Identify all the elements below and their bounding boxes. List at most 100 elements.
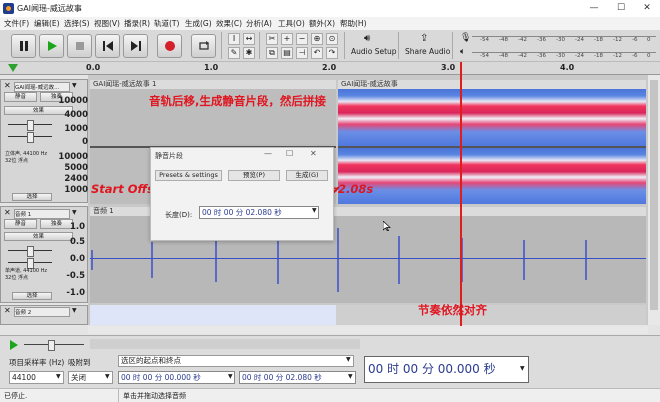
loop-button[interactable] bbox=[191, 34, 216, 58]
audio-position-display[interactable]: 00 时 00 分 00.000 秒 bbox=[364, 356, 529, 383]
stop-button[interactable] bbox=[67, 34, 92, 58]
play-button[interactable] bbox=[39, 34, 64, 58]
presets-settings-button[interactable]: Presets & settings bbox=[155, 170, 222, 181]
generate-button[interactable]: 生成(G) bbox=[286, 170, 328, 181]
selection-start-time[interactable]: 00 时 00 分 00.000 秒 bbox=[118, 371, 235, 384]
play-speed-slider-thumb[interactable] bbox=[48, 340, 55, 351]
menu-tools[interactable]: 工具(O) bbox=[278, 18, 305, 29]
meter-tick: -6 bbox=[632, 53, 638, 59]
empty-track-area[interactable] bbox=[336, 305, 646, 325]
select-track-button[interactable]: 选择 bbox=[12, 292, 52, 300]
zoom-selection-icon[interactable]: ⊕ bbox=[311, 33, 323, 45]
pin-head-icon[interactable] bbox=[8, 64, 18, 72]
zoom-fit-icon[interactable]: ⊙ bbox=[326, 33, 338, 45]
clip-title[interactable]: GAI闻瑶-威远故事 1 bbox=[90, 80, 336, 89]
dialog-minimize-button[interactable]: — bbox=[264, 149, 272, 158]
gain-slider-thumb[interactable] bbox=[27, 246, 34, 257]
menu-file[interactable]: 文件(F) bbox=[4, 18, 29, 29]
mute-button[interactable]: 静音 bbox=[4, 219, 37, 229]
playhead-cursor[interactable] bbox=[460, 62, 462, 326]
skip-end-icon bbox=[131, 41, 141, 51]
menu-select[interactable]: 选择(S) bbox=[64, 18, 90, 29]
dialog-maximize-button[interactable]: ☐ bbox=[286, 149, 293, 158]
menu-view[interactable]: 视图(V) bbox=[94, 18, 120, 29]
undo-icon[interactable]: ↶ bbox=[311, 47, 323, 59]
selection-end-time[interactable]: 00 时 00 分 02.080 秒 bbox=[239, 371, 356, 384]
window-title: GAI闻瑶-威远故事 bbox=[17, 4, 82, 13]
mute-button[interactable]: 静音 bbox=[4, 92, 37, 102]
selected-region[interactable] bbox=[90, 305, 336, 325]
meter-tick: -18 bbox=[594, 37, 603, 43]
toolbar-separator bbox=[398, 32, 399, 59]
menu-generate[interactable]: 生成(G) bbox=[185, 18, 212, 29]
record-icon bbox=[165, 41, 175, 51]
speaker-icon[interactable]: 🔊︎ bbox=[364, 33, 370, 44]
snap-dropdown-arrow-icon[interactable]: ▼ bbox=[105, 373, 110, 380]
spectrogram-right-channel[interactable] bbox=[338, 148, 646, 204]
minimize-button[interactable]: — bbox=[583, 2, 605, 15]
track-name-menu[interactable]: 音频 2 bbox=[14, 307, 70, 317]
selection-mode-select[interactable]: 选区的起点和终点 bbox=[118, 355, 354, 367]
copy-icon[interactable]: ⧉ bbox=[266, 47, 278, 59]
audio-setup-button[interactable]: Audio Setup bbox=[351, 47, 397, 56]
menu-analyze[interactable]: 分析(A) bbox=[246, 18, 272, 29]
redo-icon[interactable]: ↷ bbox=[326, 47, 338, 59]
position-format-arrow-icon[interactable]: ▼ bbox=[520, 365, 525, 372]
track-close-button[interactable]: ✕ bbox=[4, 81, 11, 90]
track-close-button[interactable]: ✕ bbox=[4, 306, 11, 315]
close-button[interactable]: ✕ bbox=[636, 2, 658, 15]
select-tool-icon[interactable]: I bbox=[228, 33, 240, 45]
microphone-icon: 🎙︎ bbox=[460, 33, 472, 43]
cut-icon[interactable]: ✂ bbox=[266, 33, 278, 45]
multi-tool-icon[interactable]: ✱ bbox=[243, 47, 255, 59]
scale-label: 10000 bbox=[58, 96, 88, 106]
vertical-scrollbar-thumb[interactable] bbox=[650, 80, 658, 310]
title-bar: GAI闻瑶-威远故事 — ☐ ✕ bbox=[0, 0, 660, 18]
draw-tool-icon[interactable]: ✎ bbox=[228, 47, 240, 59]
trim-icon[interactable]: ⊣ bbox=[296, 47, 308, 59]
menu-tracks[interactable]: 轨道(T) bbox=[154, 18, 179, 29]
skip-start-button[interactable] bbox=[95, 34, 120, 58]
scale-label: -0.5 bbox=[66, 271, 85, 281]
pause-button[interactable] bbox=[11, 34, 36, 58]
record-button[interactable] bbox=[157, 34, 182, 58]
track-menu-arrow-icon[interactable]: ▼ bbox=[72, 307, 77, 314]
dialog-close-button[interactable]: ✕ bbox=[310, 149, 317, 158]
maximize-button[interactable]: ☐ bbox=[610, 2, 632, 15]
start-format-arrow-icon[interactable]: ▼ bbox=[228, 373, 233, 380]
gain-slider-thumb[interactable] bbox=[27, 120, 34, 131]
track-menu-arrow-icon[interactable]: ▼ bbox=[72, 209, 77, 216]
mouse-cursor-icon bbox=[383, 221, 391, 231]
paste-icon[interactable]: ▤ bbox=[281, 47, 293, 59]
play-icon bbox=[48, 41, 57, 51]
selection-mode-arrow-icon[interactable]: ▼ bbox=[346, 356, 351, 363]
duration-format-arrow-icon[interactable]: ▼ bbox=[312, 207, 317, 214]
rate-dropdown-arrow-icon[interactable]: ▼ bbox=[56, 373, 61, 380]
skip-end-button[interactable] bbox=[123, 34, 148, 58]
preview-button[interactable]: 预览(P) bbox=[228, 170, 280, 181]
track-name-menu[interactable]: 音频 1 bbox=[14, 209, 70, 219]
scrub-bar[interactable] bbox=[90, 339, 360, 349]
track-close-button[interactable]: ✕ bbox=[4, 208, 11, 217]
zoom-out-icon[interactable]: − bbox=[296, 33, 308, 45]
meter-tick: -18 bbox=[594, 53, 603, 59]
duration-input[interactable]: 00 时 00 分 02.080 秒 bbox=[199, 206, 319, 219]
menu-transport[interactable]: 播录(R) bbox=[124, 18, 150, 29]
clip-title[interactable]: GAI闻瑶-威远故事 bbox=[338, 80, 646, 89]
zoom-in-icon[interactable]: + bbox=[281, 33, 293, 45]
menu-help[interactable]: 帮助(H) bbox=[340, 18, 367, 29]
menu-edit[interactable]: 编辑(E) bbox=[34, 18, 60, 29]
menu-extra[interactable]: 额外(X) bbox=[309, 18, 335, 29]
envelope-tool-icon[interactable]: ↔ bbox=[243, 33, 255, 45]
toolbar-separator bbox=[221, 32, 222, 59]
share-audio-button[interactable]: Share Audio bbox=[405, 47, 450, 56]
horizontal-scrollbar[interactable] bbox=[88, 326, 648, 334]
play-at-speed-icon[interactable] bbox=[9, 340, 19, 350]
pan-slider-thumb[interactable] bbox=[27, 132, 34, 143]
menu-effect[interactable]: 效果(C) bbox=[216, 18, 242, 29]
spectrogram-left-channel[interactable] bbox=[338, 89, 646, 146]
share-icon[interactable]: ⇪ bbox=[420, 33, 428, 44]
end-format-arrow-icon[interactable]: ▼ bbox=[348, 373, 353, 380]
select-track-button[interactable]: 选择 bbox=[12, 193, 52, 201]
scale-label: 2400 bbox=[64, 174, 88, 184]
